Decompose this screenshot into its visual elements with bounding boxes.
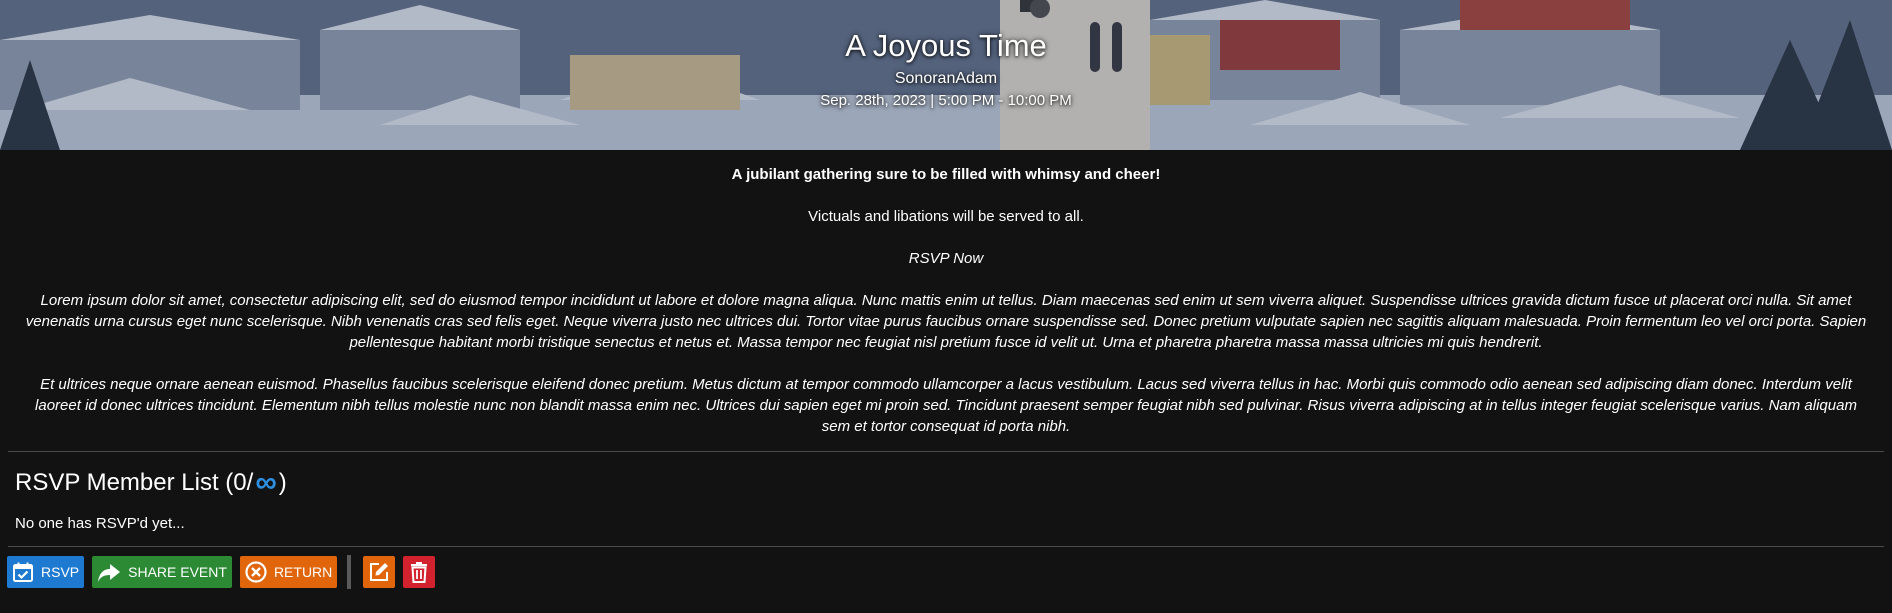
return-button-label: RETURN <box>273 564 333 580</box>
share-event-button-label: SHARE EVENT <box>128 564 227 580</box>
event-host: SonoranAdam <box>894 70 998 87</box>
event-toolbar: RSVP SHARE EVENT RETURN <box>0 547 1892 589</box>
rsvp-button[interactable]: RSVP <box>7 556 85 588</box>
trash-icon <box>407 560 431 584</box>
rsvp-list-heading: RSVP Member List (0/ ∞ ) <box>15 468 1877 498</box>
share-arrow-icon <box>96 560 122 584</box>
rsvp-list-heading-suffix: ) <box>278 469 287 496</box>
description-paragraph-2: Et ultrices neque ornare aenean euismod.… <box>35 376 1857 435</box>
event-description: A jubilant gathering sure to be filled w… <box>0 150 1892 437</box>
rsvp-list-heading-prefix: RSVP Member List (0/ <box>15 469 254 496</box>
description-tagline: A jubilant gathering sure to be filled w… <box>731 166 1161 183</box>
event-title: A Joyous Time <box>845 28 1047 63</box>
event-banner: A Joyous Time SonoranAdam Sep. 28th, 202… <box>0 0 1892 150</box>
rsvp-now-text: RSVP Now <box>908 250 984 267</box>
calendar-check-icon <box>11 560 35 584</box>
edit-icon <box>367 560 391 584</box>
description-line: Victuals and libations will be served to… <box>808 208 1084 225</box>
event-date: Sep. 28th, 2023 | 5:00 PM - 10:00 PM <box>820 92 1072 109</box>
rsvp-button-label: RSVP <box>41 564 80 580</box>
return-button[interactable]: RETURN <box>239 556 338 588</box>
delete-event-button[interactable] <box>403 556 436 588</box>
close-circle-icon <box>244 560 268 584</box>
share-event-button[interactable]: SHARE EVENT <box>92 556 232 588</box>
banner-titles: A Joyous Time SonoranAdam Sep. 28th, 202… <box>0 26 1892 111</box>
edit-event-button[interactable] <box>363 556 396 588</box>
infinity-icon: ∞ <box>255 466 277 499</box>
rsvp-member-list: RSVP Member List (0/ ∞ ) No one has RSVP… <box>0 452 1892 546</box>
description-paragraph-1: Lorem ipsum dolor sit amet, consectetur … <box>25 292 1867 351</box>
rsvp-empty-message: No one has RSVP'd yet... <box>15 515 185 532</box>
toolbar-separator <box>347 555 352 589</box>
